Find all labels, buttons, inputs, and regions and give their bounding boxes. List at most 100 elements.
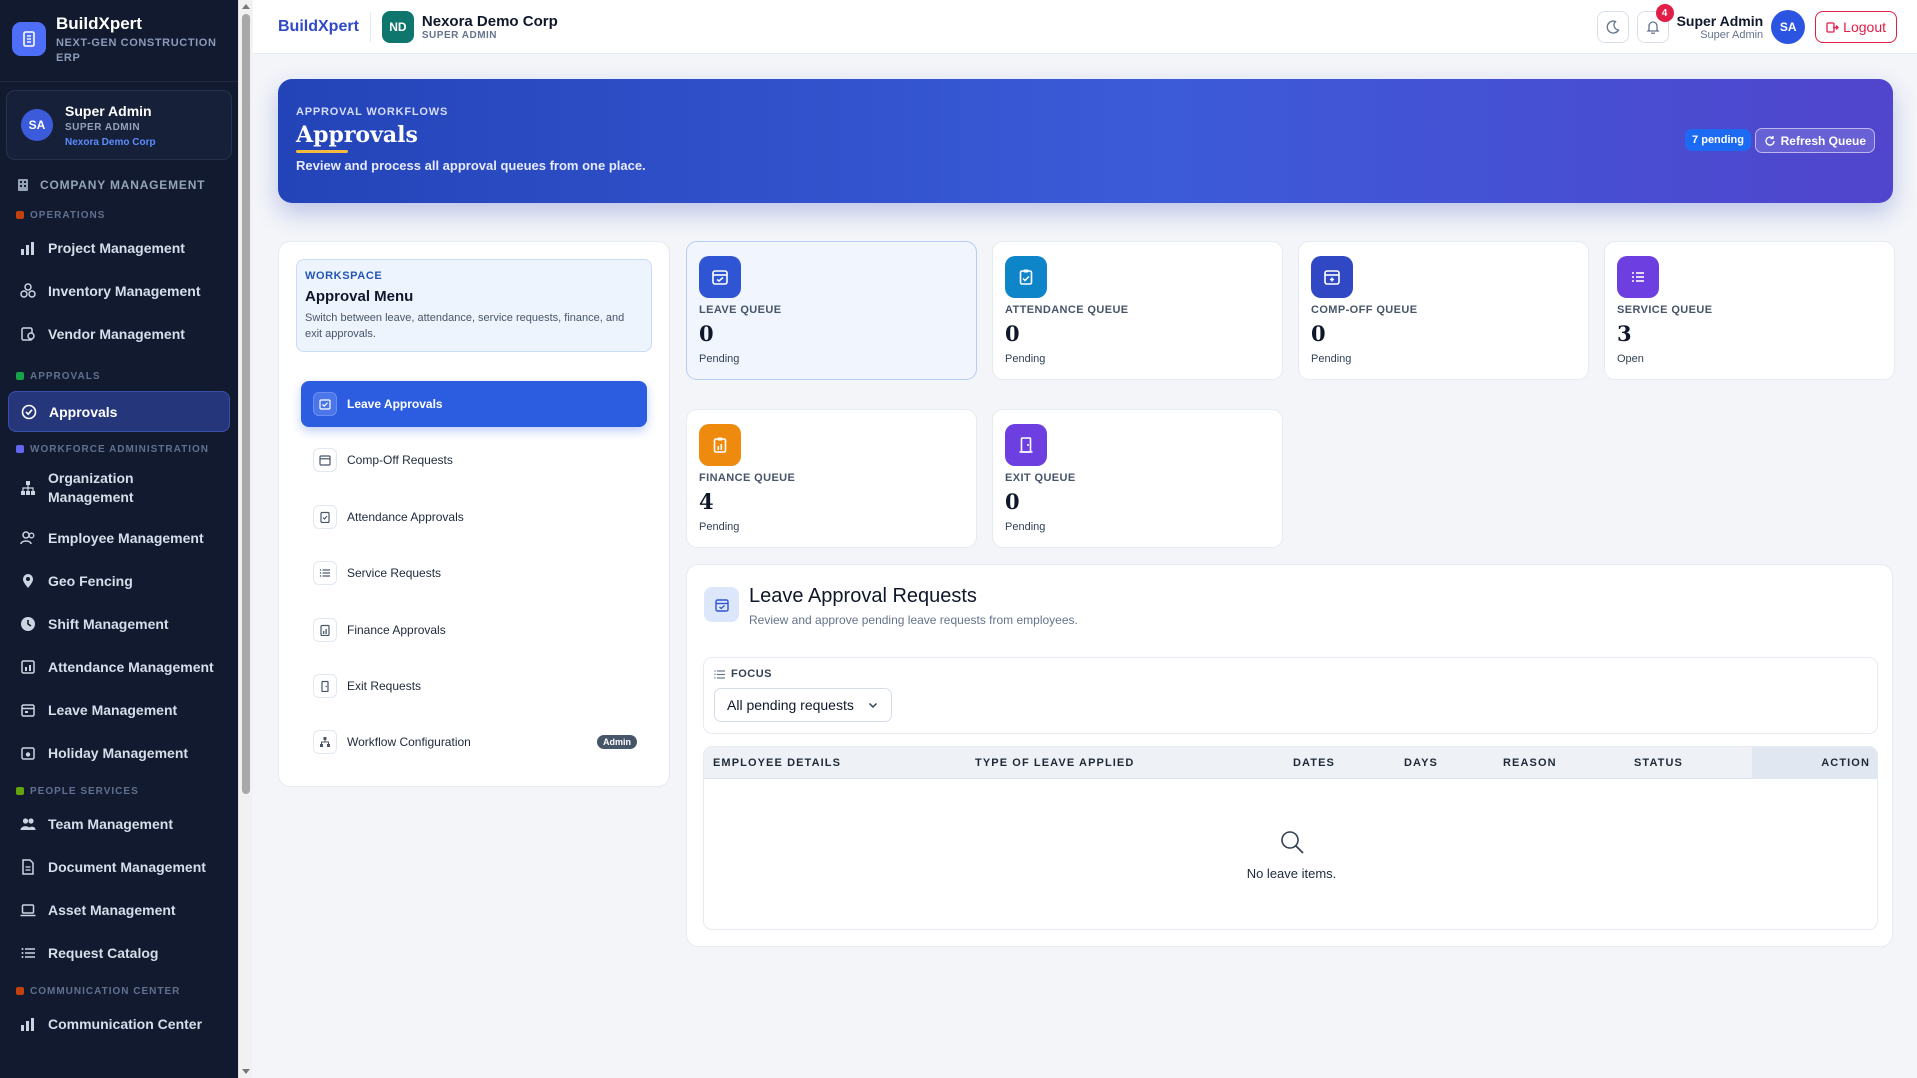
menu-item-label: Finance Approvals	[347, 623, 446, 637]
approvals-hero-banner: APPROVAL WORKFLOWS Approvals Review and …	[278, 79, 1893, 203]
sidebar-item-request-catalog[interactable]: Request Catalog	[0, 931, 238, 974]
menu-item-leave-approvals[interactable]: Leave Approvals	[301, 381, 647, 427]
queue-label: COMP-OFF QUEUE	[1311, 304, 1418, 316]
filter-list-icon	[714, 669, 725, 679]
sidebar-item-leave[interactable]: Leave Management	[0, 688, 238, 731]
topbar-brand[interactable]: BuildXpert	[278, 18, 359, 36]
leave-requests-panel: Leave Approval Requests Review and appro…	[686, 564, 1893, 947]
calendar-check-icon	[699, 256, 741, 298]
queue-status: Open	[1617, 353, 1644, 365]
list-icon	[313, 561, 337, 585]
sidebar-item-project[interactable]: Project Management	[0, 226, 238, 269]
sidebar-item-team[interactable]: Team Management	[0, 802, 238, 845]
calendar-chart-icon	[21, 659, 35, 674]
hero-description: Review and process all approval queues f…	[296, 158, 646, 173]
column-employee-details[interactable]: EMPLOYEE DETAILS	[713, 757, 841, 769]
sidebar-item-geo-fencing[interactable]: Geo Fencing	[0, 559, 238, 602]
queue-label: FINANCE QUEUE	[699, 472, 796, 484]
sidebar-item-inventory[interactable]: Inventory Management	[0, 269, 238, 312]
sidebar-item-holiday[interactable]: Holiday Management	[0, 731, 238, 774]
queue-label: SERVICE QUEUE	[1617, 304, 1713, 316]
queue-status: Pending	[1005, 521, 1046, 533]
sidebar-item-communication[interactable]: Communication Center	[0, 1002, 238, 1045]
sidebar-item-shift[interactable]: Shift Management	[0, 602, 238, 645]
sidebar-user-card[interactable]: SA Super Admin SUPER ADMIN Nexora Demo C…	[6, 90, 232, 160]
menu-item-exit-requests[interactable]: Exit Requests	[301, 663, 647, 709]
theme-toggle-button[interactable]	[1596, 11, 1629, 43]
sidebar: BuildXpert NEXT-GEN CONSTRUCTION ERP SA …	[0, 0, 238, 1078]
column-days[interactable]: DAYS	[1404, 757, 1438, 769]
menu-item-label: Exit Requests	[347, 679, 422, 693]
sidebar-item-company-management[interactable]: COMPANY MANAGEMENT	[0, 170, 238, 200]
menu-item-attendance-approvals[interactable]: Attendance Approvals	[301, 494, 647, 540]
service-queue-card[interactable]: SERVICE QUEUE 3 Open	[1604, 241, 1895, 380]
notifications-button[interactable]: 4	[1636, 4, 1674, 43]
sidebar-item-approvals[interactable]: Approvals	[8, 391, 230, 432]
scroll-up-arrow-icon[interactable]	[242, 4, 250, 9]
map-pin-icon	[23, 573, 33, 588]
leave-requests-table: EMPLOYEE DETAILS TYPE OF LEAVE APPLIED D…	[703, 746, 1878, 930]
approval-menu-description: Switch between leave, attendance, servic…	[305, 312, 625, 340]
sidebar-item-label: Document Management	[48, 858, 206, 875]
finance-queue-card[interactable]: FINANCE QUEUE 4 Pending	[686, 409, 977, 548]
sidebar-item-label: Inventory Management	[48, 282, 201, 299]
scrollbar-thumb[interactable]	[242, 14, 250, 794]
workspace-kicker: WORKSPACE	[305, 270, 383, 282]
focus-filter-box: FOCUS All pending requests	[703, 657, 1878, 734]
avatar: SA	[21, 109, 53, 141]
sidebar-item-label: Team Management	[48, 815, 173, 832]
user-menu[interactable]: Super Admin Super Admin	[1677, 13, 1764, 41]
sidebar-item-label: Employee Management	[48, 529, 204, 546]
sidebar-item-label: Geo Fencing	[48, 572, 133, 589]
sidebar-item-organization[interactable]: Organization Management	[0, 460, 238, 516]
sidebar-item-label: Approvals	[49, 403, 118, 420]
chart-bar-icon	[21, 1017, 34, 1031]
calendar-check-icon	[313, 392, 337, 416]
calendar-check-icon	[704, 587, 739, 622]
admin-badge: Admin	[597, 735, 637, 749]
section-description: Review and approve pending leave request…	[749, 613, 1078, 627]
queue-status: Pending	[1005, 353, 1046, 365]
menu-item-finance-approvals[interactable]: Finance Approvals	[301, 607, 647, 653]
sidebar-item-asset[interactable]: Asset Management	[0, 888, 238, 931]
comp-off-queue-card[interactable]: COMP-OFF QUEUE 0 Pending	[1298, 241, 1589, 380]
exit-queue-card[interactable]: EXIT QUEUE 0 Pending	[992, 409, 1283, 548]
attendance-queue-card[interactable]: ATTENDANCE QUEUE 0 Pending	[992, 241, 1283, 380]
menu-item-workflow-configuration[interactable]: Workflow Configuration Admin	[301, 719, 647, 765]
focus-select[interactable]: All pending requests	[714, 688, 892, 722]
menu-item-comp-off-requests[interactable]: Comp-Off Requests	[301, 437, 647, 483]
column-reason[interactable]: REASON	[1503, 757, 1557, 769]
bell-icon	[1645, 21, 1660, 34]
refresh-queue-button[interactable]: Refresh Queue	[1754, 128, 1875, 153]
logout-icon	[1826, 21, 1840, 33]
sidebar-item-attendance[interactable]: Attendance Management	[0, 645, 238, 688]
clipboard-check-icon	[1005, 256, 1047, 298]
leave-queue-card[interactable]: LEAVE QUEUE 0 Pending	[686, 241, 977, 380]
logout-button[interactable]: Logout	[1815, 11, 1897, 43]
section-label: APPROVALS	[30, 370, 101, 382]
avatar[interactable]: SA	[1771, 10, 1806, 44]
sidebar-item-document[interactable]: Document Management	[0, 845, 238, 888]
org-switcher[interactable]: Nexora Demo Corp SUPER ADMIN	[414, 13, 558, 41]
menu-item-service-requests[interactable]: Service Requests	[301, 550, 647, 596]
sidebar-item-label: Project Management	[48, 239, 185, 256]
notification-count-badge: 4	[1655, 4, 1674, 22]
menu-item-label: Attendance Approvals	[347, 510, 464, 524]
column-status[interactable]: STATUS	[1634, 757, 1683, 769]
moon-icon	[1606, 20, 1620, 34]
sidebar-scrollbar[interactable]	[238, 0, 252, 1078]
sidebar-item-vendor[interactable]: Vendor Management	[0, 312, 238, 355]
building-icon	[18, 179, 28, 191]
column-leave-type[interactable]: TYPE OF LEAVE APPLIED	[975, 757, 1134, 769]
calendar-plus-icon	[313, 448, 337, 472]
column-action[interactable]: ACTION	[1821, 757, 1870, 769]
search-icon	[1280, 831, 1304, 854]
finance-report-icon	[313, 618, 337, 642]
org-chart-icon	[21, 481, 35, 495]
sidebar-item-employee[interactable]: Employee Management	[0, 516, 238, 559]
focus-label-text: FOCUS	[731, 668, 772, 680]
scroll-down-arrow-icon[interactable]	[242, 1069, 250, 1074]
queue-count: 0	[1311, 321, 1326, 346]
sidebar-brand[interactable]: BuildXpert NEXT-GEN CONSTRUCTION ERP	[0, 0, 238, 82]
column-dates[interactable]: DATES	[1293, 757, 1335, 769]
